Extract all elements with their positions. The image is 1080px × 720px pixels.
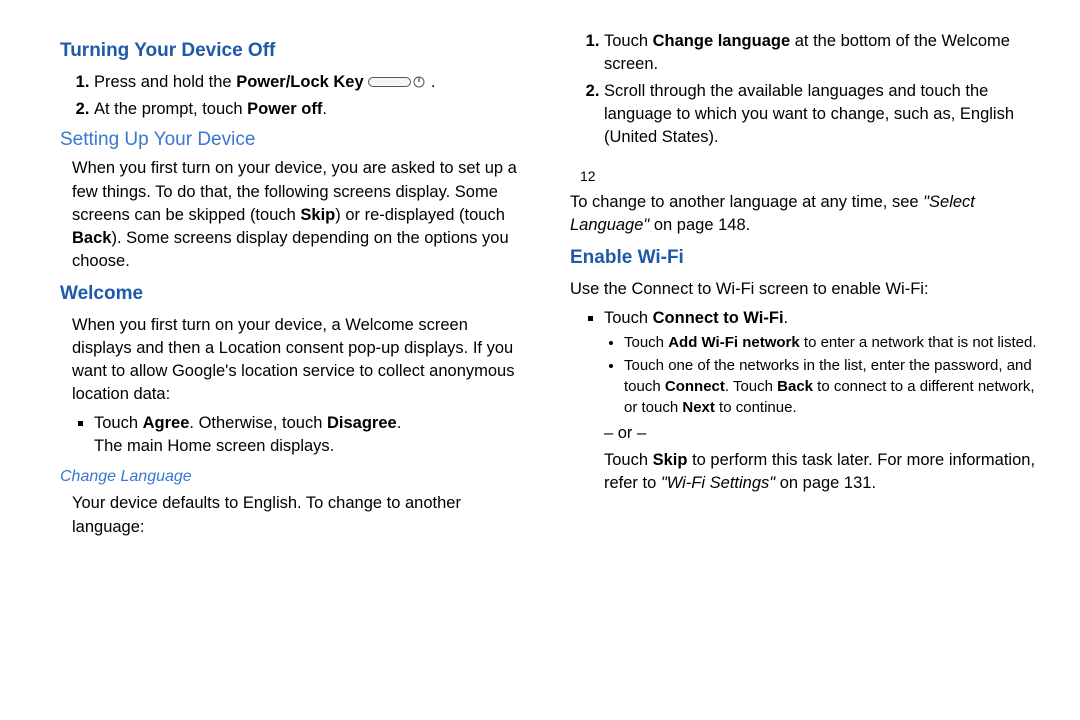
change-language-note: To change to another language at any tim…: [570, 191, 1040, 237]
change-language-step-2: Scroll through the available languages a…: [604, 80, 1040, 149]
enable-wifi-bullets: Touch Connect to Wi-Fi. Touch Add Wi-Fi …: [570, 307, 1040, 495]
welcome-paragraph: When you first turn on your device, a We…: [60, 314, 530, 406]
enable-wifi-sub-bullets: Touch Add Wi-Fi network to enter a netwo…: [604, 332, 1040, 418]
power-lock-key-icon: [368, 71, 426, 94]
heading-setting-up: Setting Up Your Device: [60, 127, 530, 154]
step-2: At the prompt, touch Power off.: [94, 98, 530, 121]
enable-wifi-intro: Use the Connect to Wi-Fi screen to enabl…: [570, 278, 1040, 301]
heading-welcome: Welcome: [60, 281, 530, 308]
section-enable-wifi: Enable Wi-Fi Use the Connect to Wi-Fi sc…: [570, 245, 1040, 495]
section-turning-off: Turning Your Device Off Press and hold t…: [60, 38, 530, 121]
sub-bullet-pick-network: Touch one of the networks in the list, e…: [624, 355, 1040, 418]
turning-off-steps: Press and hold the Power/Lock Key . At t…: [60, 71, 530, 121]
enable-wifi-bullet-connect: Touch Connect to Wi-Fi. Touch Add Wi-Fi …: [604, 307, 1040, 495]
heading-change-language: Change Language: [60, 466, 530, 488]
change-language-step-1: Touch Change language at the bottom of t…: [604, 30, 1040, 76]
welcome-bullet-agree: Touch Agree. Otherwise, touch Disagree. …: [94, 412, 530, 458]
section-setting-up: Setting Up Your Device When you first tu…: [60, 127, 530, 273]
document-page: Turning Your Device Off Press and hold t…: [0, 0, 1080, 720]
page-number: 12: [580, 167, 1040, 187]
setting-up-paragraph: When you first turn on your device, you …: [60, 157, 530, 272]
section-welcome: Welcome When you first turn on your devi…: [60, 281, 530, 458]
step-1: Press and hold the Power/Lock Key .: [94, 71, 530, 94]
heading-turning-off: Turning Your Device Off: [60, 38, 530, 65]
change-language-paragraph: Your device defaults to English. To chan…: [60, 492, 530, 538]
or-divider: – or –: [604, 422, 1040, 445]
heading-enable-wifi: Enable Wi-Fi: [570, 245, 1040, 272]
welcome-bullets: Touch Agree. Otherwise, touch Disagree. …: [60, 412, 530, 458]
sub-bullet-add-network: Touch Add Wi-Fi network to enter a netwo…: [624, 332, 1040, 353]
change-language-steps: Touch Change language at the bottom of t…: [570, 30, 1040, 149]
enable-wifi-skip-note: Touch Skip to perform this task later. F…: [604, 449, 1040, 495]
